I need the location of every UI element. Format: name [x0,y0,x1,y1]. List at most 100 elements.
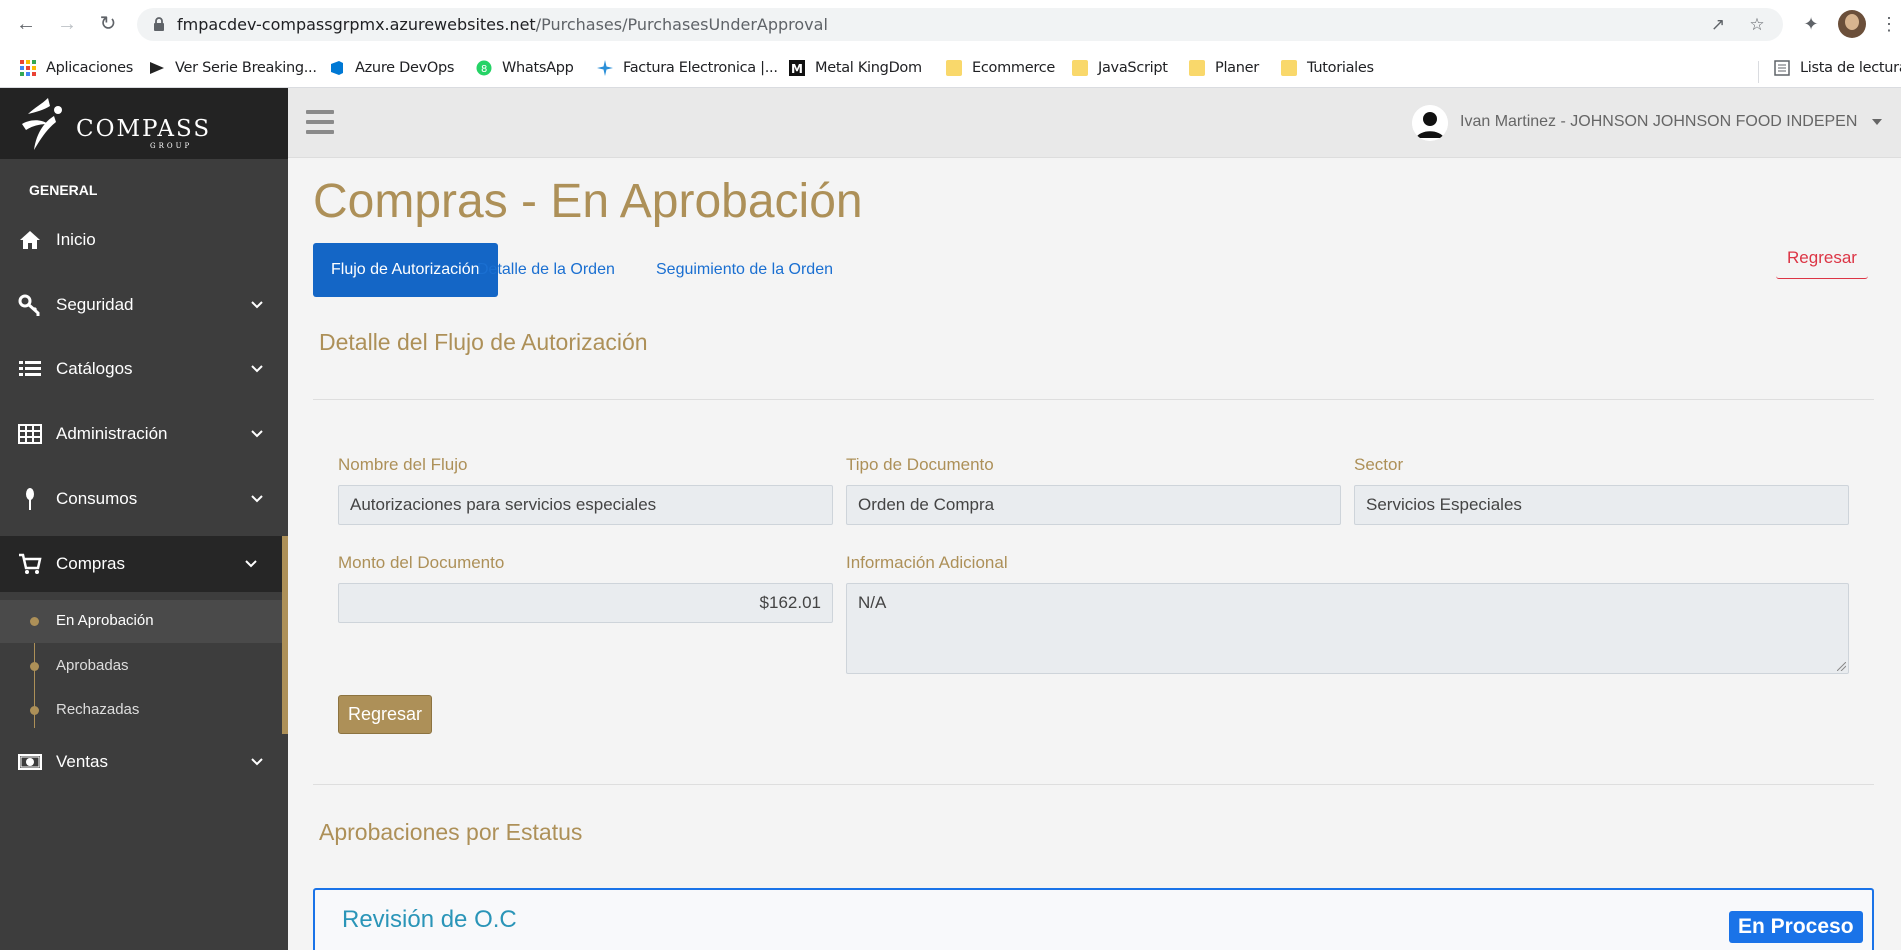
sector-field[interactable]: Servicios Especiales [1354,485,1849,525]
main-content: Compras - En Aprobación Flujo de Autoriz… [288,158,1901,950]
bookmark-apps[interactable]: Aplicaciones [20,57,133,79]
reload-icon[interactable]: ↻ [96,12,120,36]
resize-handle-icon[interactable] [1837,662,1846,671]
additional-info-label: Información Adicional [846,553,1008,572]
sidebar-item-label: Ventas [56,752,108,771]
bookmark-javascript[interactable]: JavaScript [1072,57,1168,79]
user-avatar-icon[interactable] [1412,105,1448,141]
sidebar-item-label: Catálogos [56,359,133,378]
bookmark-label: WhatsApp [502,60,574,76]
sidebar-item-compras[interactable]: Compras [0,536,288,592]
doc-type-field[interactable]: Orden de Compra [846,485,1341,525]
tab-seguimiento-orden[interactable]: Seguimiento de la Orden [638,243,851,297]
divider [313,784,1874,785]
profile-avatar[interactable] [1838,10,1866,38]
m-logo-icon: M [789,60,805,76]
chevron-down-icon [251,495,263,503]
section-title-flujo: Detalle del Flujo de Autorización [319,329,648,355]
sidebar-item-label: Administración [56,424,168,443]
bookmark-label: Tutoriales [1307,60,1374,76]
flow-name-field[interactable]: Autorizaciones para servicios especiales [338,485,833,525]
sidebar-item-label: Compras [56,554,125,573]
tab-detalle-orden[interactable]: Detalle de la Orden [459,243,633,297]
sidebar: COMPASS GROUP GENERAL Inicio Seguridad C… [0,88,288,950]
page-title: Compras - En Aprobación [313,175,863,228]
browser-toolbar: ← → ↻ fmpacdev-compassgrpmx.azurewebsite… [0,0,1901,49]
user-name[interactable]: Ivan Martinez - JOHNSON JOHNSON FOOD IND… [1460,113,1857,131]
extensions-puzzle-icon[interactable]: ✦ [1799,12,1823,36]
table-icon [18,424,42,444]
additional-info-value: N/A [858,593,887,612]
sidebar-section-title: GENERAL [29,182,98,198]
sidebar-item-ventas[interactable]: Ventas [0,734,288,790]
hamburger-menu-icon[interactable] [306,110,334,134]
sidebar-item-catalogos[interactable]: Catálogos [0,341,288,397]
bookmark-label: Ver Serie Breaking... [175,60,317,76]
sector-label: Sector [1354,455,1404,474]
bookmark-label: Planer [1215,60,1259,76]
bookmark-factura[interactable]: Factura Electronica |... [597,57,778,79]
sidebar-subitem-en-aprobacion[interactable]: En Aprobación [0,600,282,643]
back-arrow-icon[interactable]: ← [14,12,38,36]
regresar-button[interactable]: Regresar [338,695,432,734]
flow-name-label: Nombre del Flujo [338,455,468,474]
folder-icon [1072,60,1088,76]
reading-list[interactable]: Lista de lectura [1774,57,1901,79]
bullet-dot [30,706,39,715]
doc-type-label: Tipo de Documento [846,455,994,474]
azure-devops-icon [331,61,343,75]
sidebar-subitem-aprobadas[interactable]: Aprobadas [0,645,282,688]
chevron-down-icon [251,365,263,373]
cart-icon [19,553,42,574]
play-icon [150,62,164,74]
amount-label: Monto del Documento [338,553,505,572]
bookmark-label: Metal KingDom [815,60,922,76]
url-text: fmpacdev-compassgrpmx.azurewebsites.net/… [177,15,828,34]
bookmark-azure-devops[interactable]: Azure DevOps [329,57,454,79]
sidebar-subitem-label: En Aprobación [56,612,154,629]
additional-info-textarea[interactable]: N/A [846,583,1849,674]
reading-list-label: Lista de lectura [1800,60,1901,76]
lock-icon [154,17,164,31]
bookmark-whatsapp[interactable]: 8 WhatsApp [476,57,574,79]
browser-menu-icon[interactable]: ⋮ [1880,12,1898,36]
section-title-estatus: Aprobaciones por Estatus [319,819,583,845]
sidebar-item-label: Seguridad [56,295,134,314]
divider [313,399,1874,400]
sidebar-item-label: Inicio [56,230,96,249]
bookmark-ecommerce[interactable]: Ecommerce [946,57,1055,79]
chevron-down-icon [251,301,263,309]
bookmark-label: Aplicaciones [46,60,133,76]
sidebar-item-administracion[interactable]: Administración [0,406,288,462]
sparkle-icon [597,60,613,76]
sidebar-item-label: Consumos [56,489,138,508]
svg-text:8: 8 [481,64,487,75]
svg-text:M: M [791,62,803,76]
regresar-link[interactable]: Regresar [1776,241,1868,279]
sidebar-item-inicio[interactable]: Inicio [0,212,288,268]
sidebar-item-seguridad[interactable]: Seguridad [0,277,288,333]
folder-icon [1189,60,1205,76]
money-icon [18,754,42,770]
bullet-dot [30,662,39,671]
bookmark-tutoriales[interactable]: Tutoriales [1281,57,1374,79]
bookmark-breaking[interactable]: Ver Serie Breaking... [149,57,317,79]
sidebar-subitem-rechazadas[interactable]: Rechazadas [0,689,282,732]
forward-arrow-icon[interactable]: → [55,12,79,36]
sidebar-subitem-label: Aprobadas [56,657,129,674]
caret-down-icon[interactable] [1872,119,1882,125]
approval-status-card[interactable]: Revisión de O.C En Proceso [313,888,1874,950]
share-icon[interactable]: ↗ [1709,16,1727,34]
address-bar[interactable]: fmpacdev-compassgrpmx.azurewebsites.net/… [137,8,1783,41]
bookmark-label: Factura Electronica |... [623,60,778,76]
compass-logo-mark-icon [22,98,62,150]
bookmark-metal-kingdom[interactable]: M Metal KingDom [789,57,922,79]
bookmark-planer[interactable]: Planer [1189,57,1259,79]
logo[interactable]: COMPASS GROUP [0,88,288,159]
chevron-down-icon [251,758,263,766]
bookmarks-bar: Aplicaciones Ver Serie Breaking... Azure… [0,49,1901,88]
amount-field[interactable]: $162.01 [338,583,833,623]
sidebar-item-consumos[interactable]: Consumos [0,471,288,527]
star-icon[interactable]: ☆ [1748,16,1766,34]
chevron-down-icon [251,430,263,438]
